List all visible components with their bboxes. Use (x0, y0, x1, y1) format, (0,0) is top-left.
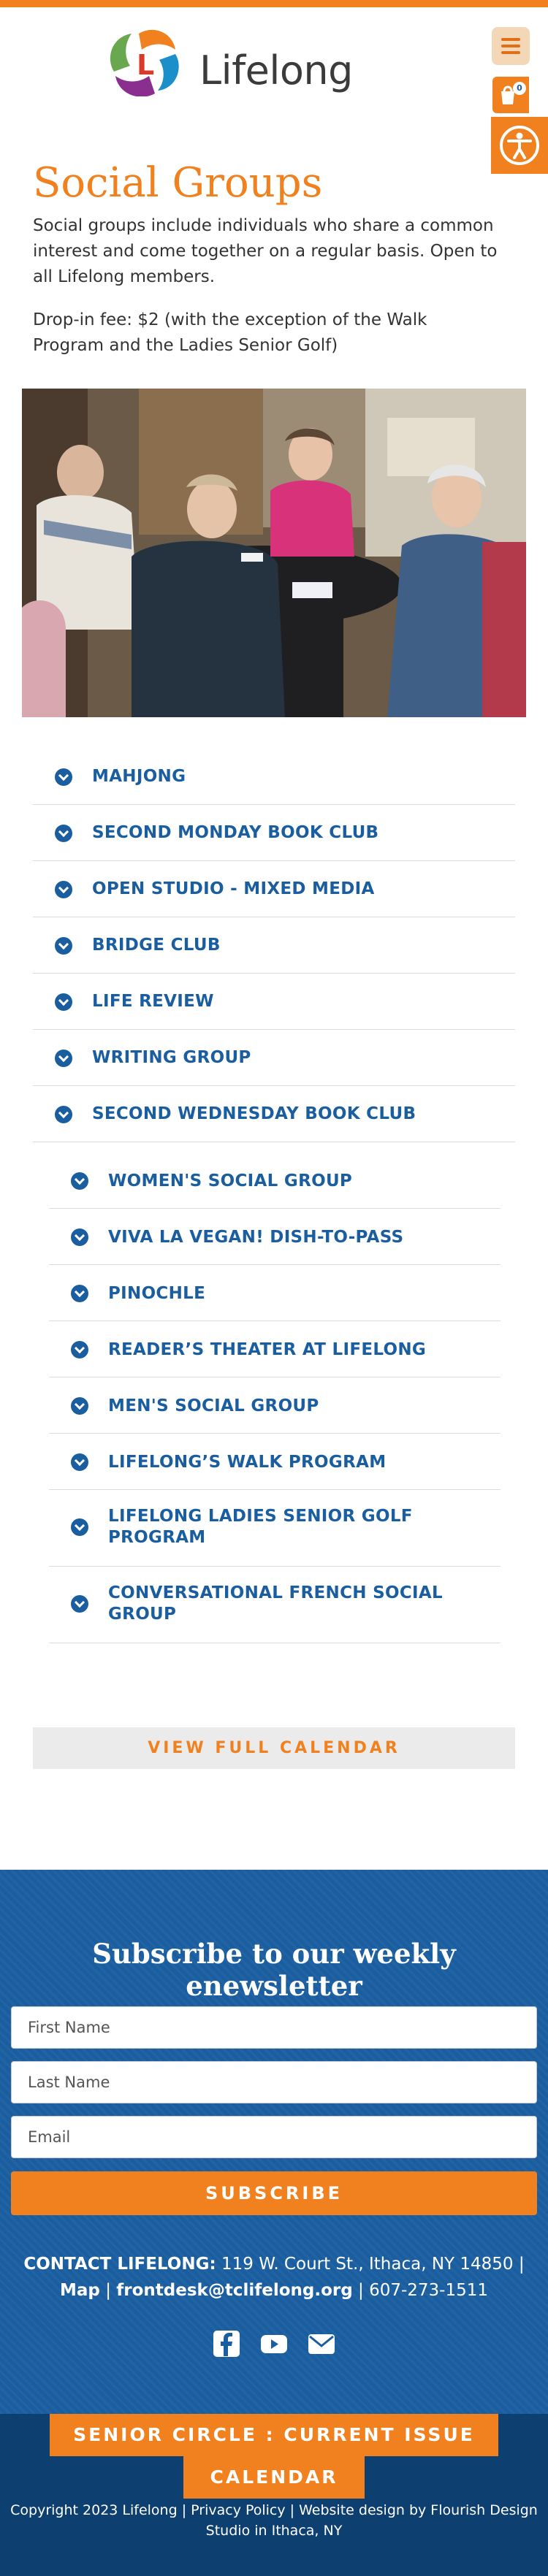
hamburger-icon-bar (501, 51, 520, 54)
map-link[interactable]: Map (60, 2281, 100, 2300)
cart-icon (501, 85, 514, 104)
accordion-item-label: VIVA LA VEGAN! DISH-TO-PASS (108, 1228, 404, 1247)
accordion-item-label: PINOCHLE (108, 1284, 206, 1303)
accessibility-button[interactable] (491, 117, 548, 174)
svg-text:L: L (137, 49, 154, 81)
accordion-item-mens-social-group[interactable]: MEN'S SOCIAL GROUP (49, 1377, 501, 1434)
accordion-item-label: CONVERSATIONAL FRENCH SOCIAL GROUP (108, 1583, 443, 1624)
hamburger-icon (501, 38, 520, 41)
accordion-item-conversational-french[interactable]: CONVERSATIONAL FRENCH SOCIAL GROUP (49, 1567, 501, 1643)
accordion-item-mahjong[interactable]: MAHJONG (33, 749, 515, 805)
hamburger-icon-bar (501, 45, 520, 47)
accessibility-icon (500, 126, 539, 165)
social-links (0, 2330, 548, 2358)
accordion-item-label: READER’S THEATER AT LIFELONG (108, 1340, 427, 1359)
first-name-field[interactable]: First Name (11, 2006, 537, 2049)
site-header: L Lifelong 0 (0, 7, 548, 174)
site-logo[interactable]: L Lifelong (94, 23, 357, 104)
drop-in-fee-text: Drop-in fee: $2 (with the exception of t… (33, 310, 427, 355)
separator: | (105, 2281, 111, 2300)
contact-label: CONTACT LIFELONG: (23, 2255, 216, 2274)
lifelong-logo-icon: L (110, 29, 179, 96)
accordion-item-label: LIFE REVIEW (92, 992, 214, 1011)
accordion-item-writing-group[interactable]: WRITING GROUP (33, 1030, 515, 1086)
chevron-down-icon (71, 1285, 88, 1302)
accordion-item-label: WRITING GROUP (92, 1048, 251, 1067)
view-full-calendar-button[interactable]: VIEW FULL CALENDAR (33, 1727, 515, 1769)
separator: | (358, 2281, 364, 2300)
last-name-field[interactable]: Last Name (11, 2061, 537, 2103)
separator: | (518, 2255, 525, 2274)
accordion-item-ladies-senior-golf[interactable]: LIFELONG LADIES SENIOR GOLF PROGRAM (49, 1490, 501, 1567)
accordion-item-label: MAHJONG (92, 767, 186, 786)
chevron-down-icon (71, 1518, 88, 1536)
chevron-down-icon (71, 1341, 88, 1358)
contact-info: CONTACT LIFELONG: 119 W. Court St., Itha… (15, 2251, 533, 2304)
cart-button[interactable]: 0 (492, 77, 529, 113)
accordion-item-walk-program[interactable]: LIFELONG’S WALK PROGRAM (49, 1434, 501, 1490)
chevron-down-icon (55, 1050, 72, 1067)
accordion-item-life-review[interactable]: LIFE REVIEW (33, 974, 515, 1030)
newsletter-footer: Subscribe to our weekly enewsletter Firs… (0, 1870, 548, 2414)
accordion-item-label: MEN'S SOCIAL GROUP (108, 1396, 319, 1415)
accordion-item-label: WOMEN'S SOCIAL GROUP (108, 1172, 353, 1190)
accordion-item-open-studio[interactable]: OPEN STUDIO - MIXED MEDIA (33, 861, 515, 917)
social-groups-accordion: MAHJONG SECOND MONDAY BOOK CLUB OPEN STU… (33, 749, 515, 1142)
top-accent-bar (0, 0, 548, 7)
chevron-down-icon (55, 937, 72, 955)
envelope-icon[interactable] (308, 2330, 335, 2358)
menu-button[interactable] (492, 27, 530, 65)
accordion-item-second-wednesday-book-club[interactable]: SECOND WEDNESDAY BOOK CLUB (33, 1086, 515, 1142)
accordion-item-pinochle[interactable]: PINOCHLE (49, 1265, 501, 1321)
chevron-down-icon (55, 881, 72, 898)
chevron-down-icon (71, 1595, 88, 1613)
accordion-item-viva-la-vegan[interactable]: VIVA LA VEGAN! DISH-TO-PASS (49, 1209, 501, 1265)
newsletter-title: Subscribe to our weekly enewsletter (92, 1938, 456, 2002)
logo-text: Lifelong (199, 47, 353, 93)
accordion-item-readers-theater[interactable]: READER’S THEATER AT LIFELONG (49, 1321, 501, 1377)
social-group-photo (22, 389, 526, 717)
accordion-item-label: LIFELONG’S WALK PROGRAM (108, 1453, 387, 1472)
accordion-item-womens-social-group[interactable]: WOMEN'S SOCIAL GROUP (49, 1153, 501, 1209)
copyright-text: Copyright 2023 Lifelong | Privacy Policy… (10, 2502, 538, 2539)
accordion-item-bridge-club[interactable]: BRIDGE CLUB (33, 917, 515, 974)
phone-number[interactable]: 607-273-1511 (369, 2281, 488, 2300)
chevron-down-icon (55, 1106, 72, 1123)
facebook-icon[interactable] (213, 2330, 240, 2358)
accordion-item-label: SECOND WEDNESDAY BOOK CLUB (92, 1104, 416, 1123)
youtube-icon[interactable] (260, 2330, 288, 2358)
intro-text: Social groups include individuals who sh… (33, 216, 498, 286)
chevron-down-icon (71, 1397, 88, 1415)
email-field[interactable]: Email (11, 2116, 537, 2158)
bottom-bar: SENIOR CIRCLE : CURRENT ISSUE CALENDAR C… (0, 2414, 548, 2576)
accordion-item-second-monday-book-club[interactable]: SECOND MONDAY BOOK CLUB (33, 805, 515, 861)
calendar-button[interactable]: CALENDAR (183, 2456, 365, 2499)
chevron-down-icon (55, 825, 72, 842)
page-title: Social Groups (33, 159, 323, 207)
contact-address: 119 W. Court St., Ithaca, NY 14850 (221, 2255, 514, 2274)
senior-circle-button[interactable]: SENIOR CIRCLE : CURRENT ISSUE (50, 2414, 498, 2456)
chevron-down-icon (55, 768, 72, 786)
subscribe-button[interactable]: SUBSCRIBE (11, 2171, 537, 2215)
email-link[interactable]: frontdesk@tclifelong.org (116, 2281, 352, 2300)
chevron-down-icon (71, 1172, 88, 1190)
chevron-down-icon (71, 1453, 88, 1471)
accordion-item-label: BRIDGE CLUB (92, 936, 221, 955)
chevron-down-icon (55, 993, 72, 1011)
chevron-down-icon (71, 1228, 88, 1246)
accordion-item-label: LIFELONG LADIES SENIOR GOLF PROGRAM (108, 1507, 413, 1547)
cart-count-badge: 0 (513, 82, 526, 95)
accordion-item-label: SECOND MONDAY BOOK CLUB (92, 823, 379, 842)
accordion-item-label: OPEN STUDIO - MIXED MEDIA (92, 879, 375, 898)
nested-groups-accordion: WOMEN'S SOCIAL GROUP VIVA LA VEGAN! DISH… (49, 1153, 501, 1643)
